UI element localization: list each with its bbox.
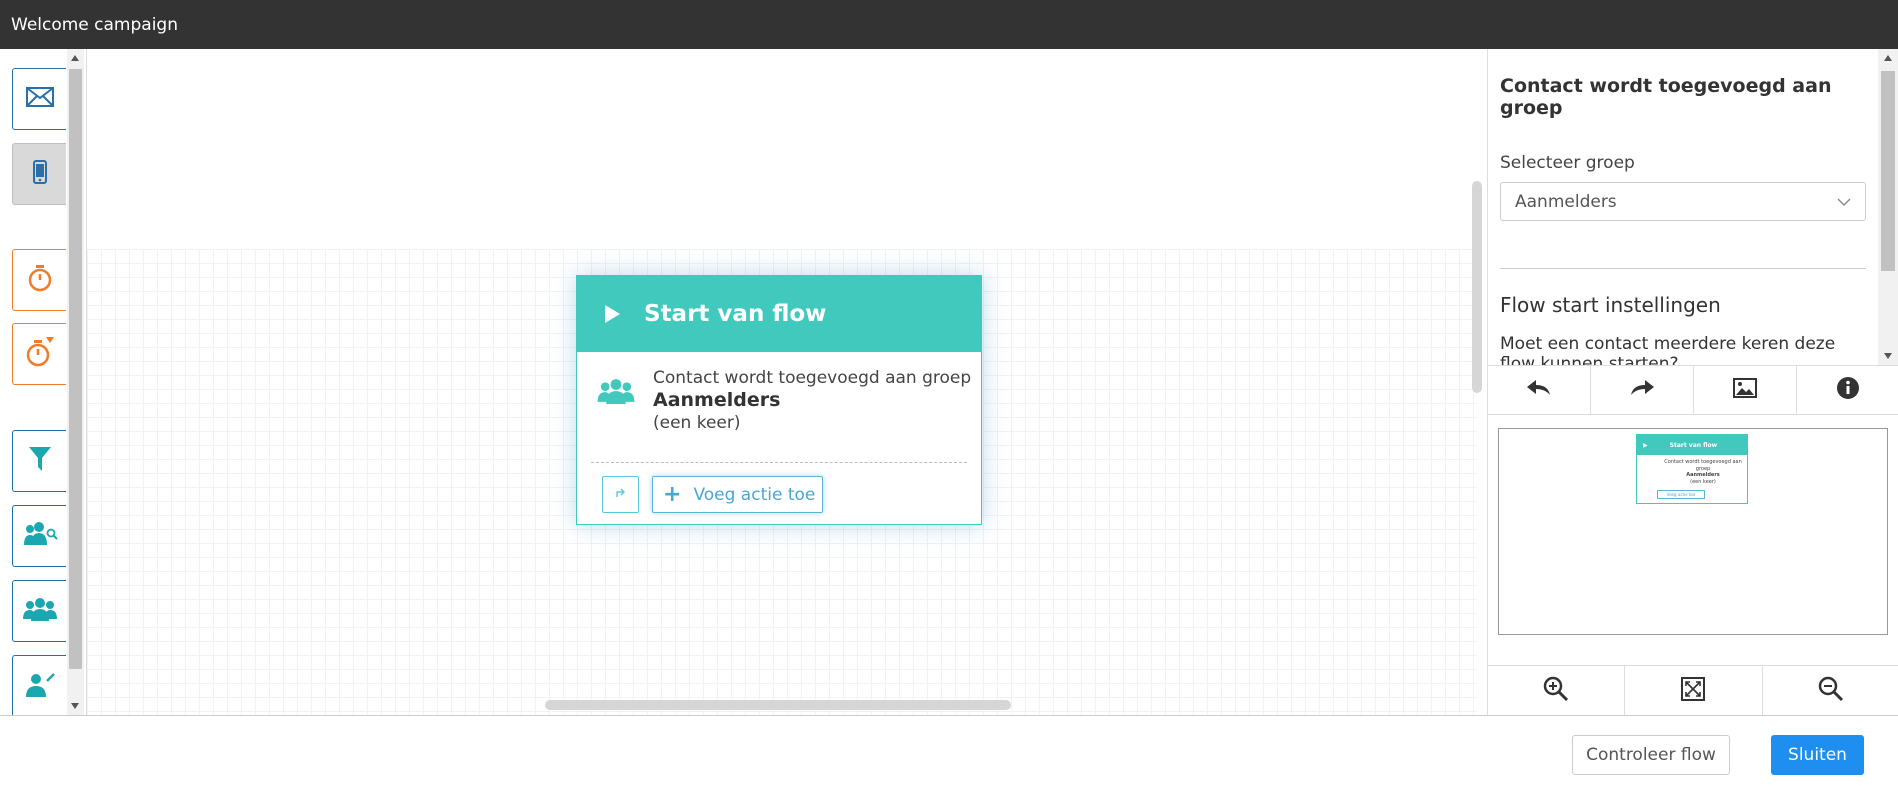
scroll-up-icon[interactable] xyxy=(71,55,79,61)
palette-filter-button[interactable] xyxy=(12,430,66,492)
properties-content: Contact wordt toegevoegd aan groep Selec… xyxy=(1488,49,1878,365)
plus-icon: + xyxy=(663,481,682,507)
search-group-icon xyxy=(22,521,58,551)
palette-contact-update-button[interactable] xyxy=(12,655,66,715)
zoom-in-button[interactable] xyxy=(1488,666,1626,715)
scroll-down-icon[interactable] xyxy=(71,703,79,709)
node-divider xyxy=(591,462,967,463)
undo-button[interactable] xyxy=(1488,366,1591,414)
fit-screen-button[interactable] xyxy=(1625,666,1763,715)
palette-timer-condition-button[interactable] xyxy=(12,323,66,385)
title-bar: Welcome campaign xyxy=(0,0,1898,49)
sms-icon xyxy=(32,160,47,188)
flow-canvas[interactable]: Start van flow Contact wordt toegevoegd … xyxy=(87,49,1487,715)
zoom-out-icon xyxy=(1818,676,1844,706)
footer-bar: Controleer flow Sluiten xyxy=(0,715,1898,787)
chevron-down-icon xyxy=(1837,192,1851,212)
email-icon xyxy=(25,87,54,111)
canvas-horizontal-scrollbar[interactable] xyxy=(545,700,1011,710)
zoom-in-icon xyxy=(1543,676,1569,706)
export-image-button[interactable] xyxy=(1694,366,1797,414)
section-title: Flow start instellingen xyxy=(1500,293,1721,317)
repeat-question: Moet een contact meerdere keren deze flo… xyxy=(1500,334,1836,365)
group-select-value: Aanmelders xyxy=(1515,191,1617,212)
minimap-add-action: Voeg actie toe xyxy=(1657,490,1705,499)
action-palette xyxy=(0,49,87,715)
node-trigger-text: Contact wordt toegevoegd aan groep xyxy=(653,368,972,388)
scroll-up-icon[interactable] xyxy=(1884,55,1892,61)
properties-scroll-thumb[interactable] xyxy=(1881,71,1895,271)
check-flow-button[interactable]: Controleer flow xyxy=(1572,735,1730,775)
play-icon: ▶ xyxy=(1643,441,1648,449)
properties-scrollbar[interactable] xyxy=(1878,49,1898,365)
image-icon xyxy=(1733,378,1757,402)
minimap-node-body: Contact wordt toegevoegd aan groep Aanme… xyxy=(1637,455,1747,485)
timer-icon xyxy=(27,264,53,296)
flow-minimap[interactable]: ▶ Start van flow Contact wordt toegevoeg… xyxy=(1498,428,1888,635)
panel-divider xyxy=(1500,268,1866,269)
palette-sms-button[interactable] xyxy=(12,143,66,205)
add-action-label: Voeg actie toe xyxy=(693,484,816,505)
minimap-node: ▶ Start van flow Contact wordt toegevoeg… xyxy=(1636,434,1748,504)
group-select[interactable]: Aanmelders xyxy=(1500,182,1866,221)
minimap-node-title: Start van flow xyxy=(1669,441,1718,449)
minimap-node-header: ▶ Start van flow xyxy=(1637,435,1747,455)
redo-button[interactable] xyxy=(1591,366,1694,414)
node-group-name: Aanmelders xyxy=(653,389,781,411)
info-icon xyxy=(1836,376,1860,404)
group-icon xyxy=(22,597,57,625)
properties-panel: Contact wordt toegevoegd aan groep Selec… xyxy=(1487,49,1898,715)
contact-update-icon xyxy=(25,671,55,701)
scroll-down-icon[interactable] xyxy=(1884,353,1892,359)
timer-condition-icon xyxy=(26,337,54,371)
add-action-button[interactable]: + Voeg actie toe xyxy=(652,476,823,513)
editor-toolbar xyxy=(1488,365,1898,415)
fit-screen-icon xyxy=(1681,676,1706,705)
minimap-frequency: (een keer) xyxy=(1690,478,1716,485)
node-title: Start van flow xyxy=(644,301,827,327)
palette-timer-button[interactable] xyxy=(12,249,66,311)
info-button[interactable] xyxy=(1797,366,1898,414)
play-icon xyxy=(605,305,620,323)
undo-icon xyxy=(1526,379,1552,401)
flow-start-node[interactable]: Start van flow Contact wordt toegevoegd … xyxy=(576,275,982,525)
group-icon xyxy=(597,378,635,408)
zoom-out-button[interactable] xyxy=(1763,666,1898,715)
window-title: Welcome campaign xyxy=(11,14,178,35)
palette-scrollbar[interactable] xyxy=(67,49,84,715)
node-header: Start van flow xyxy=(577,276,981,352)
palette-group-button[interactable] xyxy=(12,580,66,642)
close-button[interactable]: Sluiten xyxy=(1771,735,1864,775)
panel-title: Contact wordt toegevoegd aan groep xyxy=(1500,75,1832,119)
redo-icon xyxy=(1629,379,1655,401)
node-body: Contact wordt toegevoegd aan groep Aanme… xyxy=(577,352,981,462)
select-group-label: Selecteer groep xyxy=(1500,153,1635,173)
zoom-toolbar xyxy=(1488,665,1898,715)
connect-button[interactable] xyxy=(602,476,639,513)
node-frequency: (een keer) xyxy=(653,413,741,433)
canvas-vertical-scrollbar[interactable] xyxy=(1472,181,1482,393)
connect-icon xyxy=(614,486,628,504)
filter-icon xyxy=(28,447,51,475)
palette-email-button[interactable] xyxy=(12,68,66,130)
palette-search-group-button[interactable] xyxy=(12,505,66,567)
minimap-trigger-text: Contact wordt toegevoegd aan groep xyxy=(1664,459,1742,472)
palette-scroll-thumb[interactable] xyxy=(69,69,82,669)
